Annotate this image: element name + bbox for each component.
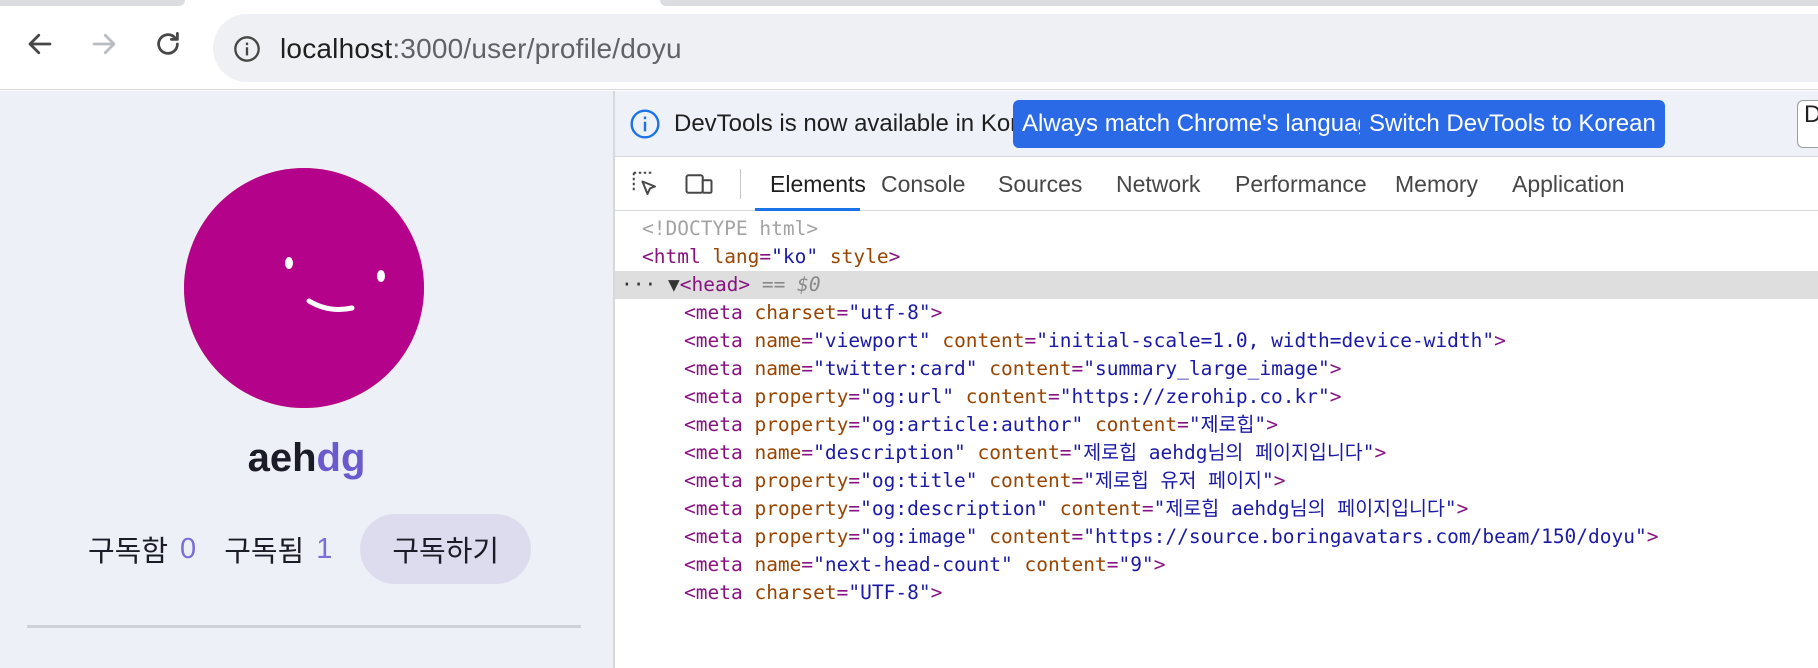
collapse-triangle-icon[interactable]: ▼ (668, 273, 680, 296)
tab-left[interactable] (0, 0, 185, 6)
subscription-stats: 구독함 0 구독됨 1 구독하기 (88, 514, 532, 584)
reload-button[interactable] (148, 24, 188, 64)
address-bar[interactable]: localhost:3000/user/profile/doyu (213, 14, 1818, 82)
tab-console[interactable]: Console (881, 157, 965, 211)
devtools-panel: DevTools is now available in Korean! Alw… (613, 91, 1818, 668)
back-button[interactable] (20, 24, 60, 64)
inspect-element-icon[interactable] (629, 169, 661, 199)
profile-page: aehdg 구독함 0 구독됨 1 구독하기 (0, 91, 613, 668)
code-line-meta[interactable]: <meta charset="utf-8"> (615, 299, 1818, 327)
infobar-message: DevTools is now available in Korean! (674, 110, 1065, 137)
forward-button[interactable] (84, 24, 124, 64)
devtools-tabbar: Elements Console Sources Network Perform… (615, 157, 1818, 211)
subscribing-label: 구독함 (88, 536, 169, 568)
code-line-meta[interactable]: <meta property="og:article:author" conte… (615, 411, 1818, 439)
code-line-html[interactable]: <html lang="ko" style> (615, 243, 1818, 271)
tab-memory[interactable]: Memory (1395, 157, 1478, 211)
code-line-meta[interactable]: <meta property="og:title" content="제로힙 유… (615, 467, 1818, 495)
tab-strip (0, 0, 1818, 10)
subscribed-label: 구독됨 (224, 536, 305, 568)
code-line-meta[interactable]: <meta name="description" content="제로힙 ae… (615, 439, 1818, 467)
arrow-left-icon (28, 33, 52, 55)
avatar (184, 168, 424, 408)
arrow-right-icon (92, 33, 116, 55)
info-icon (630, 109, 660, 139)
code-line-meta[interactable]: <meta name="viewport" content="initial-s… (615, 327, 1818, 355)
code-line-meta[interactable]: <meta property="og:image" content="https… (615, 523, 1818, 551)
username-highlight: dg (316, 436, 366, 480)
tab-performance[interactable]: Performance (1235, 157, 1367, 211)
tab-application[interactable]: Application (1512, 157, 1625, 211)
username: aehdg (0, 436, 613, 481)
code-line-doctype[interactable]: <!DOCTYPE html> (615, 215, 1818, 243)
switch-to-korean-button[interactable]: Switch DevTools to Korean (1360, 100, 1665, 148)
url-path: :3000/user/profile/doyu (392, 33, 682, 64)
avatar-eye-left (285, 257, 293, 269)
code-line-meta[interactable]: <meta property="og:description" content=… (615, 495, 1818, 523)
tabbar-separator (740, 169, 741, 199)
subscribing-count[interactable]: 0 (180, 533, 196, 566)
url-text[interactable]: localhost:3000/user/profile/doyu (280, 33, 682, 65)
code-line-head[interactable]: ··· ▼<head> == $0 (615, 271, 1818, 299)
avatar-base (184, 168, 424, 408)
infobar-extra-button[interactable]: D (1797, 100, 1818, 148)
subscribe-button[interactable]: 구독하기 (360, 514, 532, 584)
reload-icon (157, 32, 179, 55)
tab-elements[interactable]: Elements (755, 157, 866, 211)
code-line-meta[interactable]: <meta name="twitter:card" content="summa… (615, 355, 1818, 383)
more-options-icon[interactable]: ··· (621, 273, 668, 296)
always-match-language-button[interactable]: Always match Chrome's language (1013, 100, 1394, 148)
devtools-infobar: DevTools is now available in Korean! Alw… (615, 91, 1818, 157)
code-line-meta[interactable]: <meta charset="UTF-8"> (615, 579, 1818, 607)
elements-tree: <!DOCTYPE html> <html lang="ko" style> ·… (615, 211, 1818, 668)
browser-toolbar: localhost:3000/user/profile/doyu (0, 10, 1818, 90)
avatar-eye-right (377, 270, 385, 282)
tab-right[interactable] (660, 0, 1818, 6)
url-host: localhost (280, 33, 393, 64)
code-line-meta[interactable]: <meta name="next-head-count" content="9"… (615, 551, 1818, 579)
tab-network[interactable]: Network (1116, 157, 1200, 211)
code-line-meta[interactable]: <meta property="og:url" content="https:/… (615, 383, 1818, 411)
username-main: aeh (247, 436, 317, 480)
tab-sources[interactable]: Sources (998, 157, 1082, 211)
subscribed-count[interactable]: 1 (316, 533, 332, 566)
info-icon[interactable] (233, 35, 261, 63)
device-toolbar-icon[interactable] (683, 169, 715, 199)
divider (27, 625, 581, 628)
